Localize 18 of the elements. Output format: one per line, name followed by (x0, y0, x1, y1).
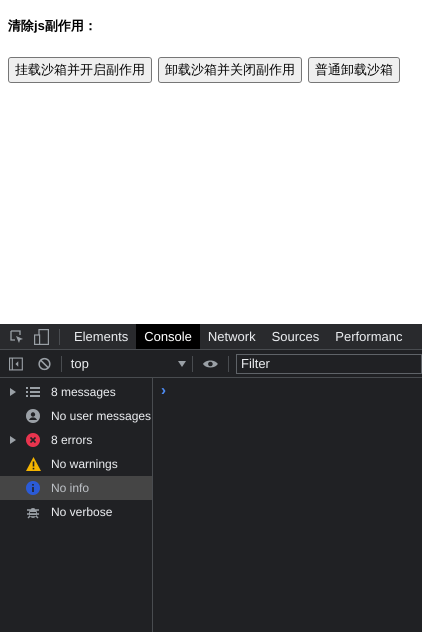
devtools-tab[interactable]: Sources (264, 324, 328, 349)
devtools-tab[interactable]: Console (136, 324, 200, 349)
sidebar-item[interactable]: No user messages (0, 404, 152, 428)
context-select[interactable]: top (62, 354, 192, 374)
sidebar-item[interactable]: No info (0, 476, 152, 500)
action-button[interactable]: 卸载沙箱并关闭副作用 (158, 56, 302, 82)
devtools-tab[interactable]: Network (200, 324, 264, 349)
sidebar-item[interactable]: No warnings (0, 452, 152, 476)
filter-field[interactable]: Filter (236, 354, 422, 374)
action-button[interactable]: 挂载沙箱并开启副作用 (8, 56, 152, 82)
devtools-tab[interactable]: Elements (66, 324, 136, 349)
sidebar-item[interactable]: 8 errors (0, 428, 152, 452)
console-prompt: › (161, 382, 166, 399)
action-button[interactable]: 普通卸载沙箱 (308, 56, 400, 82)
sidebar-item[interactable]: No verbose (0, 500, 152, 524)
section-heading: 清除js副作用： (8, 17, 97, 35)
devtools-tab[interactable]: Performanc (327, 324, 410, 349)
sidebar-item[interactable]: 8 messages (0, 380, 152, 404)
